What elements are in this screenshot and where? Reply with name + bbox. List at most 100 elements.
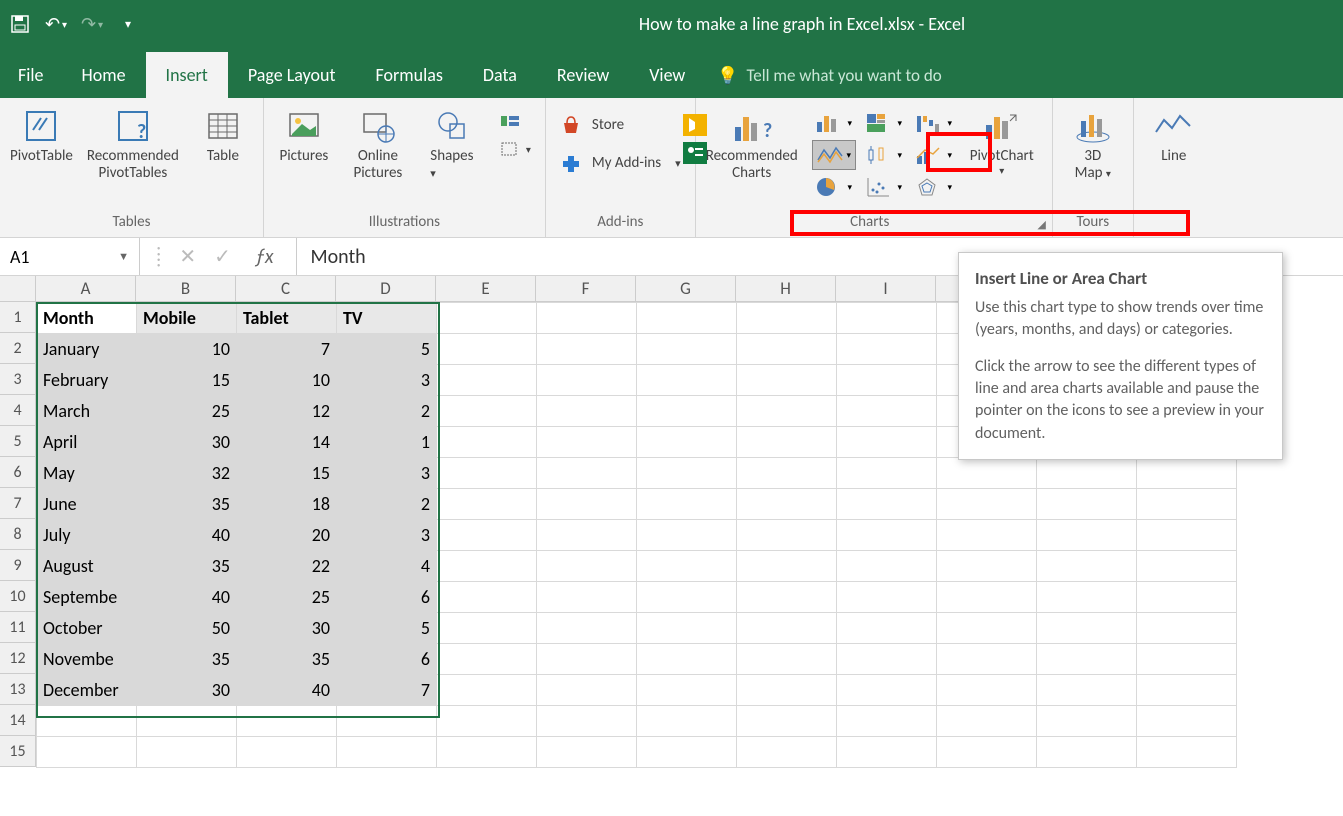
cell[interactable] <box>337 737 437 768</box>
cell[interactable]: 35 <box>137 551 237 582</box>
redo-icon[interactable]: ↷▾ <box>80 12 104 36</box>
cell[interactable] <box>1137 520 1237 551</box>
cell[interactable] <box>237 706 337 737</box>
cell[interactable]: January <box>37 334 137 365</box>
row-header-1[interactable]: 1 <box>0 302 36 333</box>
save-icon[interactable] <box>8 12 32 36</box>
shapes-button[interactable]: Shapes▾ <box>422 104 482 181</box>
col-header-F[interactable]: F <box>536 276 636 302</box>
cell[interactable]: 10 <box>137 334 237 365</box>
cell[interactable] <box>637 489 737 520</box>
cell[interactable] <box>1137 458 1237 489</box>
hierarchy-chart-button[interactable]: ▾ <box>862 108 906 138</box>
row-header-7[interactable]: 7 <box>0 488 36 519</box>
cell[interactable]: 15 <box>137 365 237 396</box>
cell[interactable] <box>637 706 737 737</box>
tab-review[interactable]: Review <box>537 52 629 98</box>
cell[interactable] <box>737 551 837 582</box>
cell[interactable]: 5 <box>337 334 437 365</box>
cell[interactable] <box>1037 551 1137 582</box>
row-header-13[interactable]: 13 <box>0 674 36 705</box>
cell[interactable] <box>1137 737 1237 768</box>
cell[interactable] <box>537 458 637 489</box>
radar-chart-button[interactable]: ▾ <box>912 172 956 202</box>
cell[interactable] <box>737 458 837 489</box>
cell[interactable] <box>237 737 337 768</box>
name-box[interactable]: A1 ▼ <box>0 238 140 275</box>
cell[interactable] <box>437 551 537 582</box>
cell[interactable]: February <box>37 365 137 396</box>
cell[interactable]: 25 <box>237 582 337 613</box>
select-all-corner[interactable] <box>0 276 36 302</box>
cell[interactable] <box>637 675 737 706</box>
cell[interactable] <box>837 706 937 737</box>
row-header-2[interactable]: 2 <box>0 333 36 364</box>
row-header-12[interactable]: 12 <box>0 643 36 674</box>
cell[interactable] <box>637 551 737 582</box>
cell[interactable] <box>737 675 837 706</box>
row-header-3[interactable]: 3 <box>0 364 36 395</box>
my-addins-button[interactable]: My Add-ins ▾ <box>556 150 685 176</box>
cell[interactable] <box>1137 489 1237 520</box>
cell[interactable]: Month <box>37 303 137 334</box>
cell[interactable] <box>537 551 637 582</box>
col-header-D[interactable]: D <box>336 276 436 302</box>
cell[interactable]: 35 <box>237 644 337 675</box>
cell[interactable] <box>1137 582 1237 613</box>
cell[interactable] <box>837 582 937 613</box>
cell[interactable] <box>1137 644 1237 675</box>
cell[interactable]: 2 <box>337 396 437 427</box>
smartart-button[interactable] <box>496 108 535 134</box>
cell[interactable] <box>437 675 537 706</box>
cell[interactable]: 25 <box>137 396 237 427</box>
cell[interactable] <box>537 706 637 737</box>
col-header-H[interactable]: H <box>736 276 836 302</box>
cell[interactable] <box>537 582 637 613</box>
cell[interactable]: 35 <box>137 489 237 520</box>
cell[interactable]: Novembe <box>37 644 137 675</box>
cell[interactable]: August <box>37 551 137 582</box>
cell[interactable]: 1 <box>337 427 437 458</box>
pictures-button[interactable]: Pictures <box>274 104 334 165</box>
cell[interactable]: 22 <box>237 551 337 582</box>
cell[interactable] <box>1037 613 1137 644</box>
col-header-B[interactable]: B <box>136 276 236 302</box>
cell[interactable]: 30 <box>237 613 337 644</box>
cell[interactable] <box>637 334 737 365</box>
tab-insert[interactable]: Insert <box>146 52 228 98</box>
cell[interactable]: TV <box>337 303 437 334</box>
cell[interactable] <box>1137 551 1237 582</box>
row-header-6[interactable]: 6 <box>0 457 36 488</box>
cell[interactable] <box>937 675 1037 706</box>
scatter-chart-button[interactable]: ▾ <box>862 172 906 202</box>
row-header-4[interactable]: 4 <box>0 395 36 426</box>
cell[interactable] <box>937 551 1037 582</box>
cell[interactable]: 30 <box>137 427 237 458</box>
cell[interactable]: December <box>37 675 137 706</box>
row-header-11[interactable]: 11 <box>0 612 36 643</box>
cell[interactable] <box>537 489 637 520</box>
cell[interactable] <box>437 644 537 675</box>
cell[interactable] <box>837 303 937 334</box>
cell[interactable] <box>1137 706 1237 737</box>
cell[interactable] <box>637 644 737 675</box>
cell[interactable] <box>637 427 737 458</box>
cell[interactable] <box>837 675 937 706</box>
statistic-chart-button[interactable]: ▾ <box>862 140 906 170</box>
cell[interactable]: 10 <box>237 365 337 396</box>
cell[interactable] <box>437 706 537 737</box>
fx-icon[interactable]: ƒx <box>249 245 280 269</box>
cell[interactable] <box>637 396 737 427</box>
cell[interactable]: Mobile <box>137 303 237 334</box>
tab-file[interactable]: File <box>8 52 62 98</box>
cell[interactable] <box>437 334 537 365</box>
cell[interactable] <box>37 706 137 737</box>
cell[interactable] <box>937 489 1037 520</box>
cell[interactable] <box>937 582 1037 613</box>
cell[interactable] <box>837 489 937 520</box>
row-header-10[interactable]: 10 <box>0 581 36 612</box>
cell[interactable] <box>1037 644 1137 675</box>
cell[interactable] <box>37 737 137 768</box>
cell[interactable] <box>837 737 937 768</box>
cell[interactable] <box>1137 613 1237 644</box>
